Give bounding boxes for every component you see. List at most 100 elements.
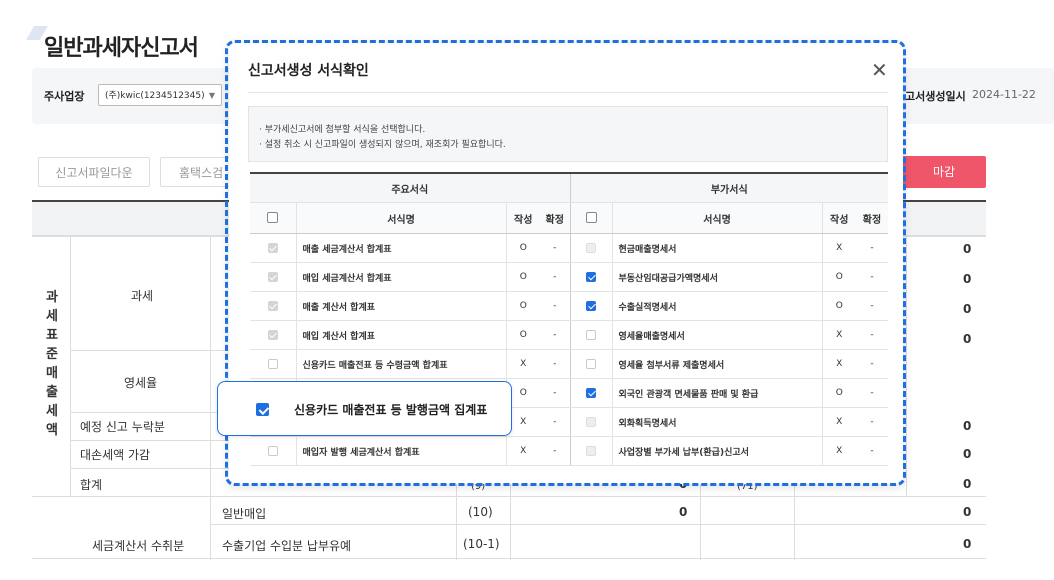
main-form-written: X bbox=[505, 436, 540, 466]
sub-form-checkbox[interactable] bbox=[569, 349, 612, 379]
chevron-down-icon: ▼ bbox=[208, 91, 215, 100]
sub-form-checkbox[interactable] bbox=[569, 233, 612, 263]
close-period-button[interactable]: 마감 bbox=[902, 156, 986, 188]
hometax-button[interactable]: 홈택스검 bbox=[160, 157, 240, 187]
form-row: 매입 계산서 합계표 O - 영세율매출명세서 X - bbox=[250, 320, 888, 350]
highlighted-form-row[interactable]: 신용카드 매출전표 등 발행금액 집계표 bbox=[217, 381, 512, 436]
value-cell: 0 bbox=[963, 419, 972, 433]
sub-form-name: 수출실적명세서 bbox=[611, 291, 822, 321]
sub-form-written: O bbox=[821, 378, 856, 408]
main-form-checkbox[interactable] bbox=[250, 233, 296, 263]
sub-form-name: 부동산임대공급가액명세서 bbox=[611, 262, 822, 292]
close-icon[interactable]: ✕ bbox=[871, 58, 888, 82]
sub-form-name: 외국인 관광객 면세물품 판매 및 환급 bbox=[611, 378, 822, 408]
column-header-written: 작성 bbox=[821, 202, 856, 234]
sub-form-confirmed: - bbox=[856, 233, 888, 263]
main-form-confirmed: - bbox=[540, 262, 570, 292]
sub-form-name: 영세율매출명세서 bbox=[611, 320, 822, 350]
sub-form-written: X bbox=[821, 233, 856, 263]
main-form-checkbox[interactable] bbox=[250, 349, 296, 379]
select-all-sub-checkbox[interactable] bbox=[569, 202, 612, 234]
form-row: 신용카드 매출전표 등 수령금액 합계표 X - 영세율 첨부서류 제출명세서 X - bbox=[250, 349, 888, 379]
business-select[interactable]: (주)kwic(1234512345) ▼ bbox=[98, 84, 222, 106]
main-form-checkbox[interactable] bbox=[250, 262, 296, 292]
notice-box: · 부가세신고서에 첨부할 서식을 선택합니다. · 설정 취소 시 신고파일이… bbox=[248, 106, 888, 162]
sub-form-written: X bbox=[821, 349, 856, 379]
sub-form-confirmed: - bbox=[856, 378, 888, 408]
form-row: 매출 세금계산서 합계표 O - 현금매출명세서 X - bbox=[250, 233, 888, 263]
sub-form-checkbox[interactable] bbox=[569, 378, 612, 408]
column-header-name: 서식명 bbox=[295, 202, 506, 234]
page-title: 일반과세자신고서 bbox=[44, 36, 199, 61]
sub-form-written: O bbox=[821, 291, 856, 321]
main-form-name: 매입 계산서 합계표 bbox=[295, 320, 506, 350]
row-general-purchase: 일반매입 bbox=[222, 507, 267, 521]
sub-form-confirmed: - bbox=[856, 436, 888, 466]
sub-form-name: 사업장별 부가세 납부(환급)신고서 bbox=[611, 436, 822, 466]
row-bad-debt: 대손세액 가감 bbox=[80, 448, 151, 462]
column-header-written: 작성 bbox=[505, 202, 540, 234]
sub-form-name: 외화획득명세서 bbox=[611, 407, 822, 437]
sub-form-confirmed: - bbox=[856, 320, 888, 350]
callout-label: 신용카드 매출전표 등 발행금액 집계표 bbox=[294, 403, 488, 417]
main-form-written: O bbox=[505, 291, 540, 321]
main-form-checkbox[interactable] bbox=[250, 291, 296, 321]
sub-form-written: O bbox=[821, 262, 856, 292]
sub-form-confirmed: - bbox=[856, 262, 888, 292]
form-row: 매출 계산서 합계표 O - 수출실적명세서 O - bbox=[250, 291, 888, 321]
notice-line: · 설정 취소 시 신고파일이 생성되지 않으며, 재조회가 필요합니다. bbox=[259, 140, 506, 150]
sub-form-confirmed: - bbox=[856, 407, 888, 437]
value-cell: 0 bbox=[963, 302, 972, 316]
value-cell: 0 bbox=[679, 505, 688, 519]
column-header-confirmed: 확정 bbox=[856, 202, 888, 234]
value-cell: 0 bbox=[963, 242, 972, 256]
main-form-confirmed: - bbox=[540, 436, 570, 466]
main-form-checkbox[interactable] bbox=[250, 436, 296, 466]
sub-form-checkbox[interactable] bbox=[569, 407, 612, 437]
select-all-main-checkbox[interactable] bbox=[250, 202, 296, 234]
row-prelim-omit: 예정 신고 누락분 bbox=[80, 420, 165, 434]
value-cell: 0 bbox=[963, 447, 972, 461]
main-form-name: 매출 세금계산서 합계표 bbox=[295, 233, 506, 263]
form-row: 매입 세금계산서 합계표 O - 부동산임대공급가액명세서 O - bbox=[250, 262, 888, 292]
value-cell: 0 bbox=[963, 477, 972, 491]
main-form-name: 매입 세금계산서 합계표 bbox=[295, 262, 506, 292]
group-main-forms: 주요서식 bbox=[250, 172, 570, 203]
main-form-confirmed: - bbox=[540, 349, 570, 379]
sub-form-name: 영세율 첨부서류 제출명세서 bbox=[611, 349, 822, 379]
value-cell: 0 bbox=[963, 537, 972, 551]
row-tax-invoice-received: 세금계산서 수취분 bbox=[92, 539, 185, 553]
notice-line: · 부가세신고서에 첨부할 서식을 선택합니다. bbox=[259, 125, 426, 135]
created-date-value: 2024-11-22 bbox=[972, 88, 1036, 101]
row-taxable: 과세 bbox=[131, 289, 154, 303]
sub-form-checkbox[interactable] bbox=[569, 291, 612, 321]
main-form-confirmed: - bbox=[540, 233, 570, 263]
sub-form-confirmed: - bbox=[856, 349, 888, 379]
business-select-value: (주)kwic(1234512345) bbox=[105, 91, 205, 101]
sub-form-written: X bbox=[821, 407, 856, 437]
card-issue-summary-checkbox[interactable] bbox=[256, 403, 269, 416]
main-form-name: 매입자 발행 세금계산서 합계표 bbox=[295, 436, 506, 466]
main-form-name: 매출 계산서 합계표 bbox=[295, 291, 506, 321]
report-file-download-button[interactable]: 신고서파일다운 bbox=[38, 157, 150, 187]
divider bbox=[248, 92, 888, 93]
sub-form-checkbox[interactable] bbox=[569, 436, 612, 466]
sub-form-checkbox[interactable] bbox=[569, 320, 612, 350]
created-date-label: 고서생성일시 bbox=[905, 90, 966, 103]
main-form-name: 신용카드 매출전표 등 수령금액 합계표 bbox=[295, 349, 506, 379]
value-cell: 0 bbox=[963, 505, 972, 519]
sub-form-checkbox[interactable] bbox=[569, 262, 612, 292]
row-export-deferral: 수출기업 수입분 납부유예 bbox=[222, 539, 352, 553]
row-zero-rate: 영세율 bbox=[124, 376, 158, 390]
main-form-confirmed: - bbox=[540, 407, 570, 437]
sub-form-name: 현금매출명세서 bbox=[611, 233, 822, 263]
main-form-written: O bbox=[505, 320, 540, 350]
group-sub-forms: 부가서식 bbox=[569, 172, 888, 203]
row-total: 합계 bbox=[80, 478, 103, 492]
main-form-written: O bbox=[505, 233, 540, 263]
main-form-checkbox[interactable] bbox=[250, 320, 296, 350]
modal-title: 신고서생성 서식확인 bbox=[248, 63, 369, 79]
business-label: 주사업장 bbox=[44, 90, 85, 103]
main-form-written: O bbox=[505, 262, 540, 292]
column-header-name: 서식명 bbox=[611, 202, 822, 234]
